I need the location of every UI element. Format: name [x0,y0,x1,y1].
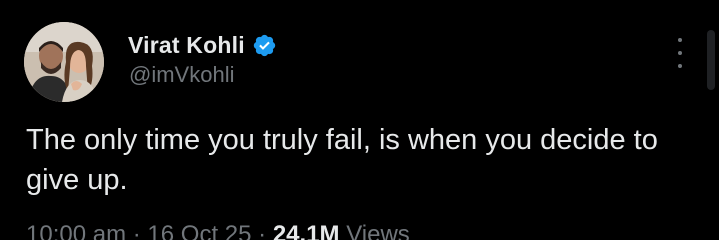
scrollbar[interactable] [707,30,715,90]
views-label: Views [346,221,410,240]
more-dot [678,51,682,55]
meta-separator: · [258,221,267,240]
author-handle[interactable]: @imVkohli [129,62,234,88]
avatar-image [24,22,104,102]
views-count: 24.1M [272,221,340,240]
more-vertical-icon[interactable] [670,38,690,68]
verified-badge-icon [252,33,277,58]
author-display-name[interactable]: Virat Kohli [128,32,245,59]
more-dot [678,64,682,68]
tweet-text: The only time you truly fail, is when yo… [26,124,658,196]
more-dot [678,38,682,42]
tweet-meta: 10:00 am · 16 Oct 25 · 24.1M Views [26,220,410,240]
meta-separator: · [132,221,141,240]
tweet-time[interactable]: 10:00 am [26,221,126,240]
author-name-row: Virat Kohli [128,30,277,60]
tweet-date[interactable]: 16 Oct 25 [147,221,251,240]
avatar[interactable] [24,22,104,102]
tweet: Virat Kohli @imVkohli The only time you … [0,0,719,240]
